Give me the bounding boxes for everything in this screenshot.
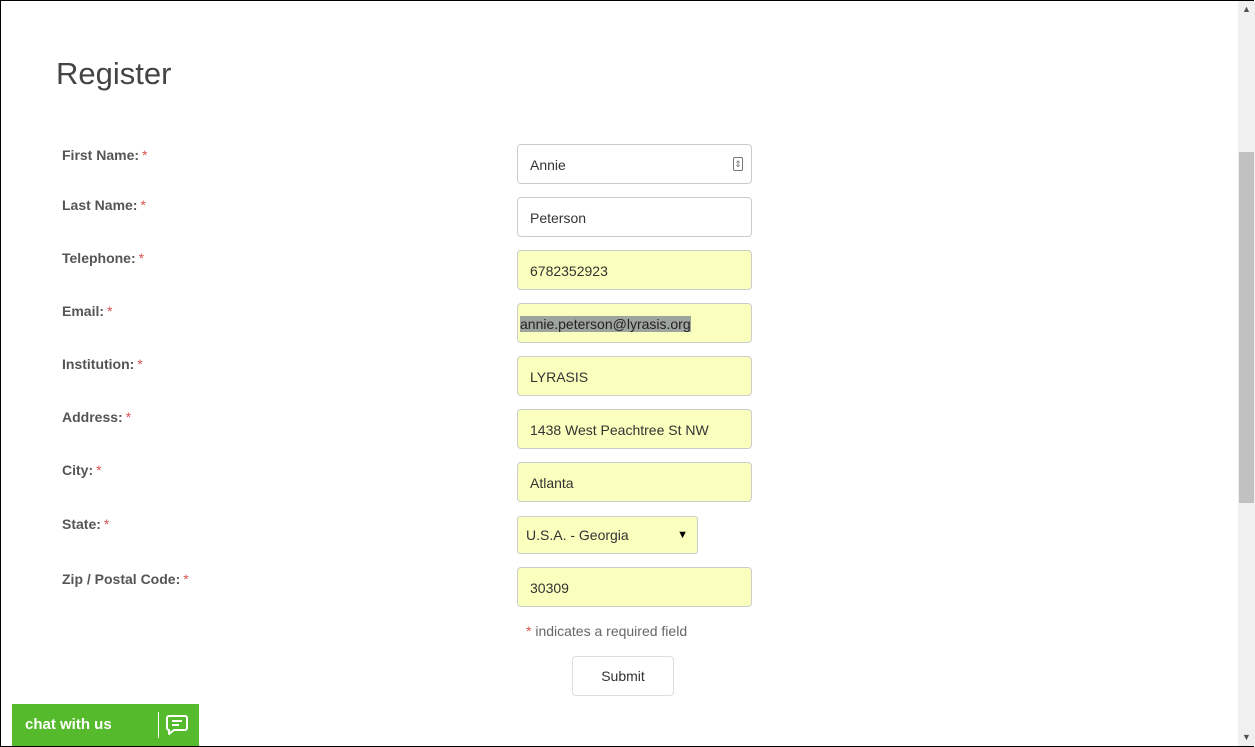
first-name-row: First Name: * Annie ⇕ [1,144,1201,184]
submit-button[interactable]: Submit [572,656,674,696]
city-label: City: * [62,462,102,478]
telephone-row: Telephone: * 6782352923 [1,250,1201,290]
scroll-down-arrow-icon[interactable]: ▼ [1238,729,1255,746]
selected-text: annie.peterson@lyrasis.org [520,316,691,332]
required-asterisk: * [96,462,102,478]
email-input[interactable]: annie.peterson@lyrasis.org [517,303,752,343]
state-selected-value: U.S.A. - Georgia [526,527,629,543]
zip-row: Zip / Postal Code: * 30309 [1,567,1201,607]
chat-widget[interactable]: chat with us [12,704,199,746]
last-name-row: Last Name: * Peterson [1,197,1201,237]
institution-row: Institution: * LYRASIS [1,356,1201,396]
email-row: Email: * annie.peterson@lyrasis.org [1,303,1201,343]
first-name-label: First Name: * [62,147,148,163]
divider [158,712,159,738]
required-asterisk: * [125,409,132,425]
page-frame: Register First Name: * Annie ⇕ Last Name: *… [0,0,1254,747]
dropdown-arrow-icon[interactable]: ▼ [677,517,688,553]
required-asterisk: * [107,303,113,319]
zip-label: Zip / Postal Code: * [62,571,189,587]
chat-bubble-icon [166,715,188,735]
address-row: Address: * 1438 West Peachtree St NW [1,409,1201,449]
state-row: State: * U.S.A. - Georgia ▼ [1,516,1201,556]
page-title: Register [56,56,172,91]
required-asterisk: * [142,147,148,163]
institution-label: Institution: * [62,356,143,372]
telephone-input[interactable]: 6782352923 [517,250,752,290]
vertical-scrollbar[interactable]: ▲ ▼ [1238,1,1255,746]
state-label: State: * [62,516,110,532]
last-name-label: Last Name: * [62,197,146,213]
address-input[interactable]: 1438 West Peachtree St NW [517,409,752,449]
chat-label: chat with us [25,716,112,733]
required-asterisk: * [137,356,143,372]
zip-input[interactable]: 30309 [517,567,752,607]
city-row: City: * Atlanta [1,462,1201,502]
required-asterisk: * [140,197,146,213]
telephone-label: Telephone: * [62,250,145,266]
institution-input[interactable]: LYRASIS [517,356,752,396]
required-asterisk: * [138,250,145,266]
first-name-input[interactable]: Annie ⇕ [517,144,752,184]
email-label: Email: * [62,303,113,319]
scroll-up-arrow-icon[interactable]: ▲ [1238,1,1255,18]
required-asterisk: * [103,516,110,532]
required-asterisk: * [183,571,189,587]
contact-card-icon[interactable]: ⇕ [733,157,743,171]
last-name-input[interactable]: Peterson [517,197,752,237]
city-input[interactable]: Atlanta [517,462,752,502]
state-select[interactable]: U.S.A. - Georgia ▼ [517,516,698,554]
scroll-thumb[interactable] [1239,152,1254,503]
address-label: Address: * [62,409,132,425]
required-field-note: * indicates a required field [526,623,688,639]
